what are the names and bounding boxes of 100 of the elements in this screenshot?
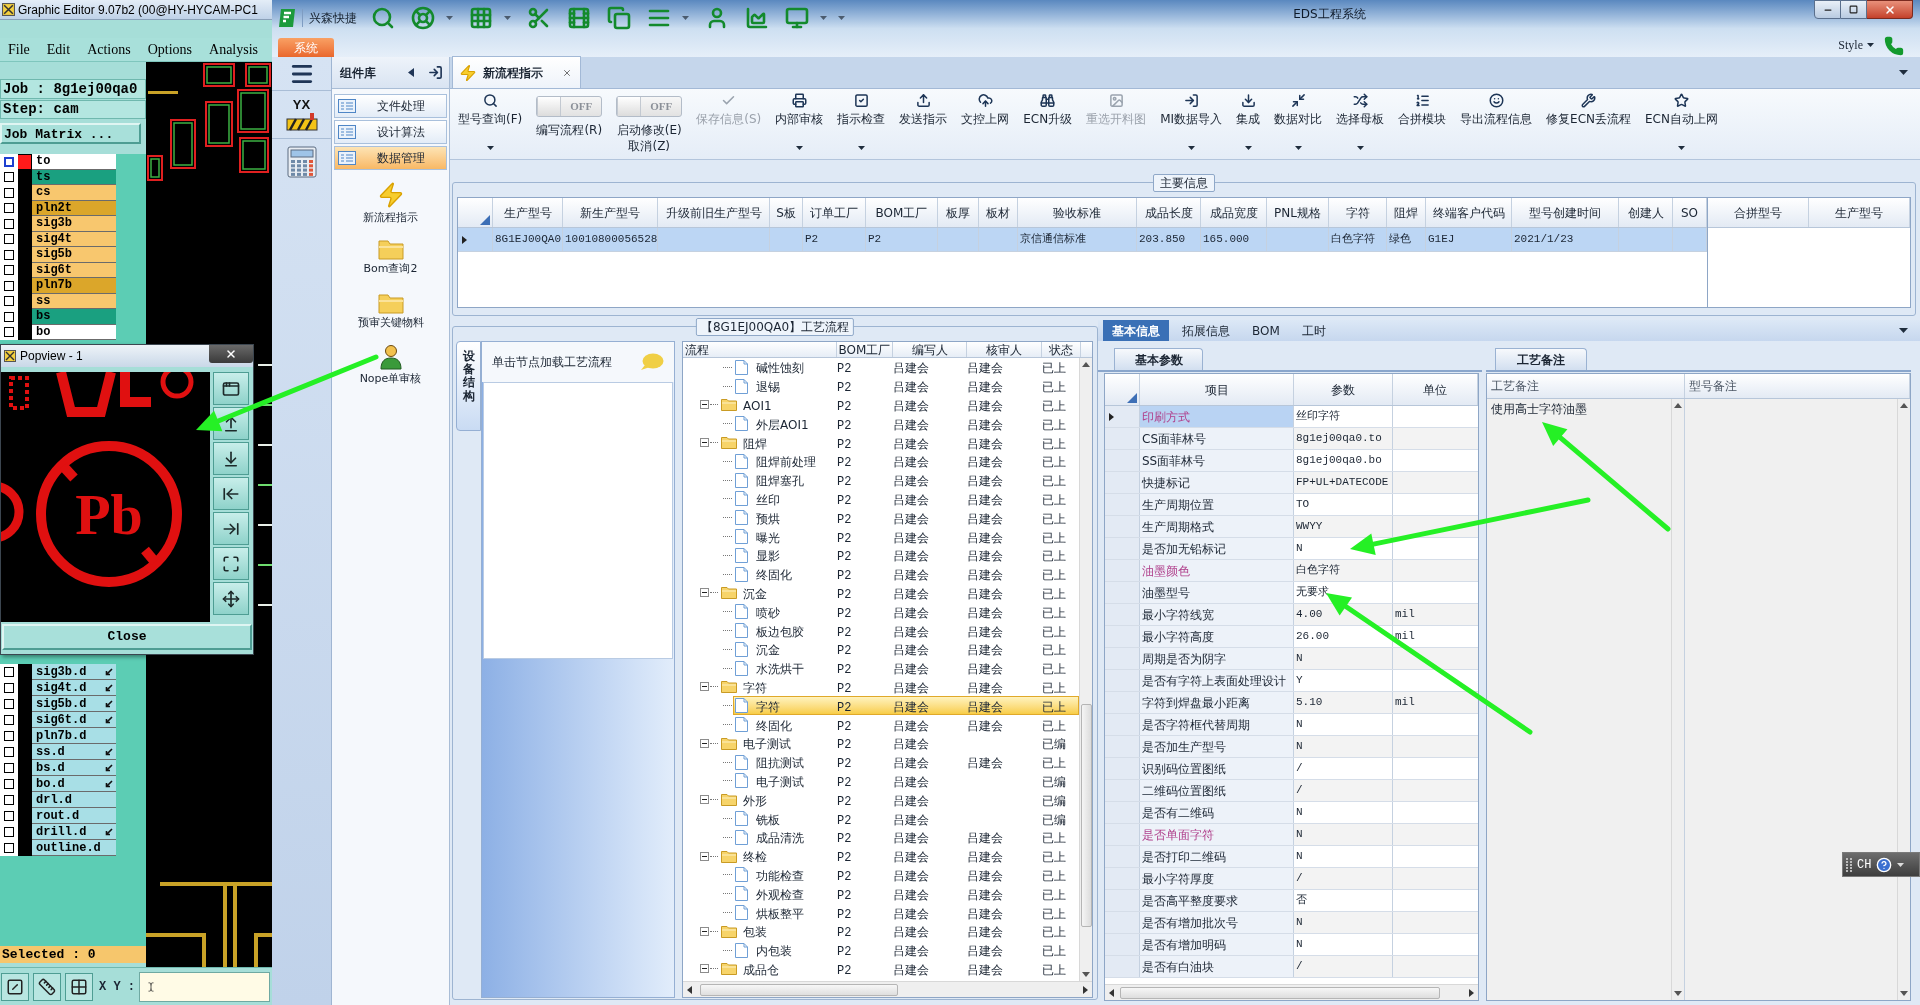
caret-icon[interactable] bbox=[1678, 146, 1685, 150]
layer-name[interactable]: sig3b.d bbox=[32, 664, 116, 680]
component-tool[interactable]: 新流程指示 bbox=[335, 176, 446, 230]
star-icon[interactable] bbox=[1674, 93, 1689, 108]
side-tab[interactable]: 设备结构 bbox=[456, 341, 481, 431]
collapse-left-icon[interactable] bbox=[408, 68, 414, 77]
layer-checkbox[interactable] bbox=[4, 265, 14, 276]
shuffle-icon[interactable] bbox=[1352, 93, 1368, 108]
info-tab[interactable]: 基本信息 bbox=[1103, 320, 1169, 341]
component-tool[interactable]: Bom查询2 bbox=[335, 230, 446, 284]
scroll-left-icon[interactable] bbox=[687, 985, 692, 994]
view-tool-button[interactable] bbox=[213, 547, 249, 580]
tree-row[interactable]: 碱性蚀刻 P2 吕建会 吕建会 已上 bbox=[733, 358, 1079, 377]
toolbar-button[interactable]: 指示检查 bbox=[833, 92, 890, 156]
maximize-icon[interactable] bbox=[1849, 5, 1858, 14]
caret-icon[interactable] bbox=[1294, 146, 1302, 150]
layer-name[interactable]: sig4t.d bbox=[32, 680, 116, 696]
info-tab[interactable]: BOM bbox=[1243, 320, 1289, 341]
table-icon[interactable] bbox=[469, 6, 493, 30]
tree-row[interactable]: 外观检查 P2 吕建会 吕建会 已上 bbox=[733, 884, 1079, 904]
layer-checkbox[interactable] bbox=[4, 747, 14, 757]
horizontal-scrollbar[interactable] bbox=[1105, 984, 1478, 1000]
login-arrow-icon[interactable] bbox=[1183, 93, 1199, 108]
caret-icon[interactable] bbox=[1897, 862, 1905, 867]
tree-row[interactable]: 内包装 P2 吕建会 吕建会 已上 bbox=[733, 940, 1079, 960]
info-tab[interactable]: 拓展信息 bbox=[1173, 320, 1239, 341]
collapse-icon[interactable] bbox=[700, 438, 709, 448]
toolbar-button[interactable]: 集成 bbox=[1232, 92, 1265, 156]
panel-tab[interactable]: 工艺备注 bbox=[1495, 348, 1587, 370]
toolbar-button[interactable]: MI数据导入 bbox=[1156, 92, 1227, 156]
category-item[interactable]: 设计算法 bbox=[334, 120, 447, 144]
monitor-icon[interactable] bbox=[785, 6, 809, 30]
layer-checkbox[interactable] bbox=[4, 187, 14, 198]
tree-row[interactable]: 外形 P2 吕建会 已编 bbox=[719, 790, 1079, 810]
layer-name[interactable]: drill.d bbox=[32, 824, 116, 840]
list-card-icon[interactable] bbox=[338, 99, 356, 113]
tree-row[interactable]: 阻抗测试 P2 吕建会 吕建会 已上 bbox=[733, 752, 1079, 772]
toolbar-button[interactable]: 型号查询(F) bbox=[454, 92, 527, 156]
tree-row[interactable]: 功能检查 P2 吕建会 吕建会 已上 bbox=[733, 865, 1079, 885]
layer-checkbox[interactable] bbox=[4, 827, 14, 837]
horizontal-scrollbar[interactable] bbox=[683, 981, 1092, 997]
login-arrow-icon[interactable] bbox=[428, 65, 443, 80]
menu-item[interactable]: Options bbox=[147, 42, 193, 57]
search-icon[interactable] bbox=[482, 93, 498, 108]
scrollbar-thumb[interactable] bbox=[700, 983, 898, 996]
caret-icon[interactable] bbox=[1899, 70, 1908, 75]
layer-checkbox[interactable] bbox=[4, 667, 14, 677]
close-button[interactable] bbox=[209, 345, 253, 363]
tree-row[interactable]: 显影 P2 吕建会 吕建会 已上 bbox=[733, 545, 1079, 565]
layer-checkbox[interactable] bbox=[4, 234, 14, 245]
caret-icon[interactable] bbox=[1356, 146, 1364, 150]
tool-button[interactable] bbox=[33, 972, 61, 1001]
tree-row[interactable]: 电子测试 P2 吕建会 已编 bbox=[719, 733, 1079, 753]
tree-row[interactable]: 字符 P2 吕建会 吕建会 已上 bbox=[733, 696, 1079, 716]
layer-checkbox[interactable] bbox=[4, 683, 14, 693]
component-tool[interactable]: Nope单审核 bbox=[335, 338, 446, 392]
caret-icon[interactable] bbox=[1187, 146, 1195, 150]
tree-row[interactable]: 字符 P2 吕建会 吕建会 已上 bbox=[719, 677, 1079, 697]
scrollbar-thumb[interactable] bbox=[1080, 704, 1092, 927]
view-tool-button[interactable] bbox=[213, 512, 249, 545]
layer-name[interactable]: bo.d bbox=[32, 776, 116, 792]
scroll-right-icon[interactable] bbox=[1469, 988, 1474, 997]
scroll-left-icon[interactable] bbox=[1109, 988, 1114, 997]
upload-icon[interactable] bbox=[915, 93, 931, 108]
slash-box-icon[interactable] bbox=[6, 977, 24, 996]
factory-icon[interactable] bbox=[285, 113, 318, 131]
tree-row[interactable]: 沉金 P2 吕建会 吕建会 已上 bbox=[719, 583, 1079, 603]
layer-checkbox[interactable] bbox=[4, 156, 14, 167]
maximize-button[interactable] bbox=[1841, 0, 1867, 19]
area-chart-icon[interactable] bbox=[745, 6, 769, 30]
caret-icon[interactable] bbox=[1867, 43, 1874, 47]
layer-name[interactable]: bs.d bbox=[32, 760, 116, 776]
scroll-right-icon[interactable] bbox=[1083, 985, 1088, 994]
expand-icon[interactable] bbox=[222, 554, 240, 573]
person-icon[interactable] bbox=[379, 344, 402, 370]
corner-triangle-icon[interactable] bbox=[480, 215, 490, 225]
list-card-icon[interactable] bbox=[338, 151, 356, 165]
layer-checkbox[interactable] bbox=[4, 843, 14, 853]
app-logo-icon[interactable] bbox=[278, 8, 296, 28]
scroll-up-icon[interactable] bbox=[1082, 362, 1090, 367]
tree-row[interactable]: AOI1 P2 吕建会 吕建会 已上 bbox=[719, 395, 1079, 415]
tree-row[interactable]: 终检 P2 吕建会 吕建会 已上 bbox=[719, 846, 1079, 866]
tree-row[interactable]: 包装 P2 吕建会 吕建会 已上 bbox=[719, 921, 1079, 941]
caret-icon[interactable] bbox=[795, 146, 803, 150]
tree-row[interactable]: 外层AOI1 P2 吕建会 吕建会 已上 bbox=[733, 414, 1079, 434]
numbered-list-icon[interactable] bbox=[1414, 93, 1430, 108]
tree-row[interactable]: 成品清洗 P2 吕建会 吕建会 已上 bbox=[733, 827, 1079, 847]
layer-checkbox[interactable] bbox=[4, 311, 14, 322]
tree-row[interactable]: 曝光 P2 吕建会 吕建会 已上 bbox=[733, 527, 1079, 546]
collapse-icon[interactable] bbox=[700, 964, 709, 974]
corner-triangle-icon[interactable] bbox=[1127, 393, 1137, 403]
menu-item[interactable]: Analysis bbox=[209, 42, 259, 57]
move-icon[interactable] bbox=[222, 589, 240, 608]
document-tab[interactable]: 新流程指示 bbox=[452, 56, 581, 88]
vertical-scrollbar[interactable] bbox=[1897, 399, 1910, 1000]
collapse-icon[interactable] bbox=[700, 400, 709, 410]
layer-checkbox[interactable] bbox=[4, 203, 14, 214]
lifebuoy-icon[interactable] bbox=[411, 6, 435, 30]
toolbar-button[interactable]: 导出流程信息 bbox=[1456, 92, 1537, 156]
layer-name[interactable]: ss.d bbox=[32, 744, 116, 760]
